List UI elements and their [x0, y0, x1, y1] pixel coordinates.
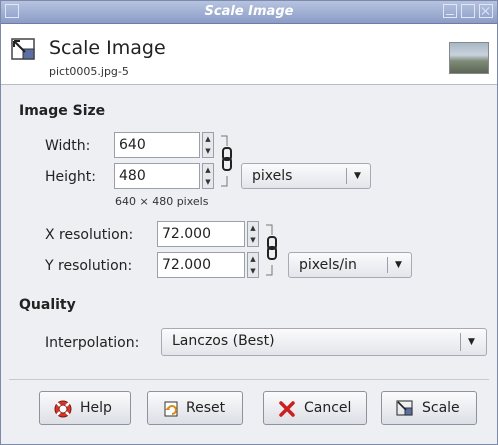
- height-label: Height:: [45, 169, 96, 185]
- cancel-button[interactable]: Cancel: [263, 391, 367, 425]
- cancel-label: Cancel: [304, 400, 352, 416]
- scale-button[interactable]: Scale: [381, 391, 477, 425]
- y-resolution-field[interactable]: 72.000: [157, 252, 245, 278]
- dialog-header: Scale Image pict0005.jpg-5: [1, 24, 497, 85]
- y-resolution-label: Y resolution:: [45, 258, 133, 274]
- image-thumbnail: [449, 42, 489, 74]
- interpolation-value: Lanczos (Best): [172, 333, 275, 349]
- chevron-down-icon: ▼: [354, 171, 361, 181]
- image-name: pict0005.jpg-5: [49, 65, 129, 78]
- help-button[interactable]: Help: [39, 391, 131, 425]
- size-summary: 640 × 480 pixels: [115, 195, 209, 208]
- width-spin-button[interactable]: ▲ ▼: [202, 132, 214, 158]
- resolution-units-value: pixels/in: [299, 257, 357, 273]
- close-button[interactable]: [479, 4, 493, 18]
- reset-label: Reset: [186, 400, 226, 416]
- width-field[interactable]: 640: [114, 132, 200, 158]
- height-field[interactable]: 480: [114, 163, 200, 189]
- size-units-value: pixels: [252, 168, 293, 184]
- window-title: Scale Image: [204, 4, 294, 19]
- height-spin-button[interactable]: ▲ ▼: [202, 163, 214, 189]
- size-units-dropdown[interactable]: pixels ▼: [241, 163, 371, 189]
- dialog-window: Scale Image Scale Image pict0005.jpg-5 I…: [0, 0, 498, 445]
- scale-image-icon: [396, 400, 413, 416]
- button-divider: [9, 379, 489, 380]
- width-label: Width:: [45, 138, 91, 154]
- interpolation-label: Interpolation:: [45, 335, 140, 351]
- quality-heading: Quality: [19, 297, 76, 313]
- help-label: Help: [80, 400, 112, 416]
- scale-label: Scale: [422, 400, 460, 416]
- reset-button[interactable]: Reset: [147, 391, 243, 425]
- x-resolution-field[interactable]: 72.000: [157, 221, 245, 247]
- red-x-icon: [279, 401, 295, 417]
- resolution-units-dropdown[interactable]: pixels/in ▼: [288, 252, 412, 278]
- title-bar[interactable]: Scale Image: [1, 1, 497, 24]
- chevron-down-icon: ▼: [468, 337, 475, 347]
- reset-icon: [164, 401, 178, 417]
- chain-link-icon[interactable]: [218, 132, 236, 190]
- interpolation-dropdown[interactable]: Lanczos (Best) ▼: [161, 328, 487, 356]
- maximize-button[interactable]: [461, 4, 475, 18]
- image-size-heading: Image Size: [19, 103, 106, 119]
- minimize-button[interactable]: [443, 4, 457, 18]
- scale-image-icon: [11, 38, 35, 60]
- x-resolution-label: X resolution:: [45, 227, 134, 243]
- x-resolution-spin-button[interactable]: ▲ ▼: [247, 221, 259, 247]
- chevron-down-icon: ▼: [395, 260, 402, 270]
- header-title: Scale Image: [49, 37, 166, 59]
- resolution-chain-icon[interactable]: [263, 221, 281, 279]
- y-resolution-spin-button[interactable]: ▲ ▼: [247, 252, 259, 278]
- lifebuoy-icon: [54, 400, 72, 418]
